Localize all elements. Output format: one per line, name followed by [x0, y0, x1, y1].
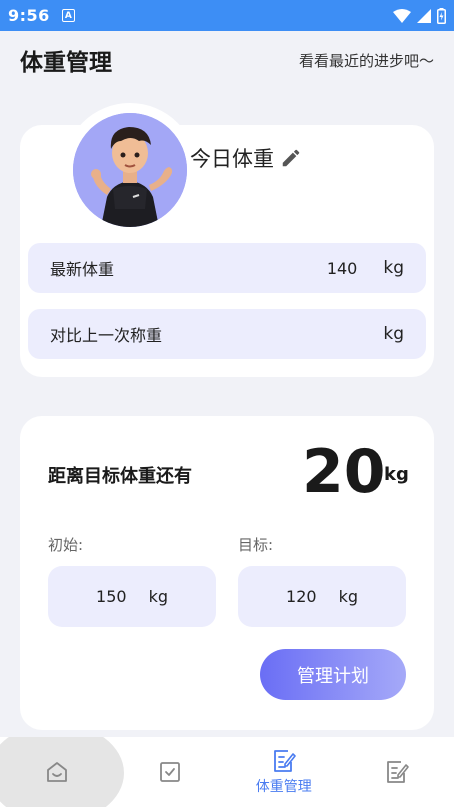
- latest-weight-value: 140: [326, 258, 358, 278]
- start-weight-field[interactable]: 150 kg: [48, 566, 216, 627]
- latest-weight-label: 最新体重: [50, 260, 115, 279]
- header-tagline: 看看最近的进步吧～: [298, 51, 434, 70]
- checkbox-icon: [160, 762, 181, 782]
- start-weight-unit: kg: [148, 587, 168, 606]
- goal-card: 距离目标体重还有 20 kg 初始: 目标: 150 kg 120 kg 管理计…: [20, 416, 434, 730]
- target-weight-label: 目标:: [238, 536, 274, 554]
- tab-weight-management-label: 体重管理: [255, 779, 312, 795]
- latest-weight-unit: kg: [383, 258, 404, 278]
- today-weight-label: 今日体重: [190, 147, 274, 171]
- tab-checklist[interactable]: [114, 737, 228, 807]
- today-weight-card: 今日体重 最新体重 140 kg 对比上一次称重 kg: [20, 103, 434, 377]
- tab-weight-management[interactable]: 体重管理: [227, 737, 341, 807]
- compare-weight-label: 对比上一次称重: [50, 326, 163, 345]
- target-weight-field[interactable]: 120 kg: [238, 566, 406, 627]
- page-header: 体重管理 看看最近的进步吧～: [0, 31, 454, 89]
- battery-icon: [437, 7, 446, 24]
- compare-weight-row: 对比上一次称重 kg: [28, 309, 426, 359]
- tab-notes[interactable]: [341, 737, 454, 807]
- status-time: 9:56: [8, 6, 50, 25]
- goal-remaining-value: 20: [302, 437, 386, 507]
- target-weight-value: 120: [286, 587, 317, 606]
- page-title: 体重管理: [20, 50, 112, 76]
- wifi-icon: [393, 8, 411, 23]
- manage-plan-button[interactable]: 管理计划: [260, 649, 406, 700]
- home-icon: [46, 762, 67, 782]
- note-edit-icon: [387, 761, 410, 783]
- start-weight-label: 初始:: [48, 536, 84, 554]
- runner-avatar-icon: [73, 113, 187, 227]
- status-bar: 9:56 A: [0, 0, 454, 31]
- edit-pencil-icon[interactable]: [280, 147, 302, 169]
- compare-weight-unit: kg: [383, 324, 404, 344]
- status-indicators: [393, 7, 446, 24]
- avatar-frame: [63, 103, 197, 237]
- target-weight-unit: kg: [338, 587, 358, 606]
- start-weight-value: 150: [96, 587, 127, 606]
- app-notification-icon: A: [61, 9, 75, 22]
- goal-remaining-label: 距离目标体重还有: [48, 466, 192, 487]
- goal-remaining-unit: kg: [384, 464, 409, 485]
- bottom-tab-bar: 体重管理: [0, 737, 454, 807]
- weight-edit-icon: [273, 750, 296, 772]
- avatar[interactable]: [73, 113, 187, 227]
- today-weight-heading: 今日体重: [190, 143, 302, 173]
- tab-home[interactable]: [0, 737, 114, 807]
- signal-icon: [417, 8, 431, 23]
- latest-weight-row: 最新体重 140 kg: [28, 243, 426, 293]
